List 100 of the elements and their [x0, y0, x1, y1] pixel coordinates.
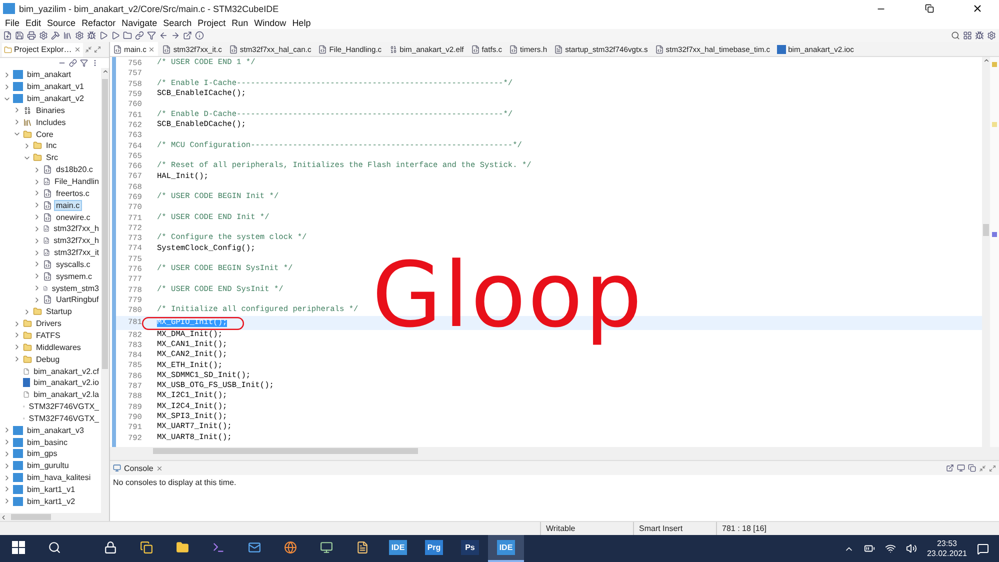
menu-item[interactable]: File: [2, 17, 23, 29]
expand-chevron-icon[interactable]: [3, 438, 11, 446]
tree-item[interactable]: Middlewares: [34, 342, 83, 353]
tree-item[interactable]: Includes: [34, 116, 68, 128]
save-icon[interactable]: [15, 31, 24, 40]
grid-icon[interactable]: [963, 31, 972, 40]
expand-chevron-icon[interactable]: [3, 70, 11, 79]
tree-item[interactable]: freertos.c: [54, 188, 92, 199]
tree-item[interactable]: bim_anakart_v2.io: [32, 377, 101, 388]
expand-chevron-icon[interactable]: [3, 82, 11, 91]
gear-icon[interactable]: [75, 31, 84, 40]
menu-item[interactable]: Edit: [22, 17, 44, 29]
menu-item[interactable]: Source: [44, 17, 79, 29]
tree-item[interactable]: stm32f7xx_h: [52, 235, 101, 246]
tree-item[interactable]: bim_kart1_v2: [25, 496, 78, 507]
tree-item[interactable]: bim_anakart_v3: [25, 424, 86, 436]
expand-chevron-icon[interactable]: [33, 224, 41, 233]
new-file-icon[interactable]: [3, 31, 12, 40]
tree-item[interactable]: STM32F746VGTX_: [26, 412, 101, 424]
tree-item[interactable]: system_stm3: [50, 282, 101, 294]
tree-item[interactable]: bim_anakart_v2.la: [32, 389, 101, 400]
menu-item[interactable]: Project: [194, 17, 229, 29]
forward-arrow-icon[interactable]: [171, 31, 180, 40]
expand-chevron-icon[interactable]: [33, 236, 41, 245]
clock-time[interactable]: 23:53: [936, 538, 957, 548]
studio-icon[interactable]: [212, 541, 224, 554]
expand-chevron-icon[interactable]: [3, 485, 11, 494]
expand-chevron-icon[interactable]: [3, 426, 11, 434]
menu-item[interactable]: Help: [289, 17, 314, 29]
print-icon[interactable]: [27, 31, 36, 40]
tree-item[interactable]: stm32f7xx_h: [52, 223, 101, 234]
tree-item[interactable]: bim_kart1_v1: [25, 484, 78, 495]
tree-item[interactable]: syscalls.c: [54, 258, 92, 270]
tree-item[interactable]: Inc: [44, 140, 59, 152]
expand-chevron-icon[interactable]: [13, 355, 21, 364]
search-icon[interactable]: [951, 31, 960, 40]
volume-icon[interactable]: [906, 543, 917, 554]
battery-icon[interactable]: [864, 543, 875, 554]
expand-chevron-icon[interactable]: [33, 260, 41, 268]
info-icon[interactable]: [195, 31, 204, 40]
external-link-icon[interactable]: [183, 31, 192, 40]
clock-date[interactable]: 23.02.2021: [926, 548, 967, 558]
tree-item[interactable]: Core: [34, 128, 56, 140]
tree-item[interactable]: File_Handlin: [52, 176, 101, 188]
tree-item[interactable]: bim_anakart_v1: [25, 81, 86, 92]
expand-chevron-icon[interactable]: [33, 272, 41, 280]
scroll-up-icon[interactable]: [102, 68, 108, 75]
console-tab[interactable]: Console: [124, 464, 154, 472]
expand-chevron-icon[interactable]: [13, 331, 21, 340]
expand-chevron-icon[interactable]: [33, 166, 41, 174]
tree-item[interactable]: Debug: [34, 354, 62, 365]
tree-item[interactable]: bim_anakart_v2: [25, 93, 86, 104]
document-icon[interactable]: [356, 541, 368, 554]
search-icon[interactable]: [48, 541, 60, 554]
tree-item[interactable]: Startup: [44, 306, 74, 318]
tree-item[interactable]: STM32F746VGTX_: [26, 401, 101, 412]
hammer-icon[interactable]: [51, 31, 60, 40]
expand-chevron-icon[interactable]: [3, 497, 11, 506]
expand-chevron-icon[interactable]: [33, 178, 41, 186]
expand-chevron-icon[interactable]: [3, 462, 11, 470]
app-badge[interactable]: Prg: [425, 540, 443, 555]
expand-chevron-icon[interactable]: [13, 118, 21, 126]
tree-item[interactable]: bim_gps: [25, 448, 60, 460]
menu-item[interactable]: Refactor: [78, 17, 119, 29]
back-arrow-icon[interactable]: [159, 31, 168, 40]
link-icon[interactable]: [135, 31, 144, 40]
menu-item[interactable]: Run: [228, 17, 252, 29]
expand-chevron-icon[interactable]: [3, 450, 11, 458]
horizontal-scrollbar[interactable]: [110, 447, 999, 455]
menu-item[interactable]: Navigate: [118, 17, 160, 29]
files-icon[interactable]: [140, 541, 152, 554]
tree-item[interactable]: bim_hava_kalitesi: [25, 472, 93, 484]
link-icon[interactable]: [69, 59, 77, 67]
tree-item[interactable]: Binaries: [34, 104, 67, 116]
library-icon[interactable]: [63, 31, 72, 40]
menu-item[interactable]: Search: [160, 17, 195, 29]
gear-icon[interactable]: [39, 31, 48, 40]
expand-chevron-icon[interactable]: [13, 343, 21, 352]
tree-item[interactable]: sysmem.c: [54, 270, 94, 282]
scroll-left-icon[interactable]: [0, 514, 7, 520]
tree-item[interactable]: Drivers: [34, 318, 64, 330]
pin-icon[interactable]: [946, 464, 954, 472]
wifi-icon[interactable]: [884, 543, 896, 554]
expand-chevron-icon[interactable]: [23, 142, 31, 150]
expand-chevron-icon[interactable]: [13, 320, 21, 328]
mail-icon[interactable]: [248, 541, 260, 554]
scroll-up-icon[interactable]: [982, 57, 990, 64]
menu-item[interactable]: Window: [251, 17, 290, 29]
scroll-thumb[interactable]: [102, 79, 108, 369]
tree-item[interactable]: onewire.c: [54, 212, 92, 223]
monitor-icon[interactable]: [320, 541, 332, 554]
expand-chevron-icon[interactable]: [33, 284, 41, 292]
app-badge[interactable]: Ps: [461, 540, 479, 555]
notification-icon[interactable]: [977, 542, 989, 554]
maximize-icon[interactable]: [94, 46, 101, 53]
overview-marker[interactable]: [992, 122, 997, 127]
maximize-icon[interactable]: [989, 464, 996, 472]
expand-chevron-icon[interactable]: [33, 296, 41, 304]
expand-chevron-icon[interactable]: [23, 308, 31, 316]
horizontal-scrollbar[interactable]: [0, 513, 109, 521]
